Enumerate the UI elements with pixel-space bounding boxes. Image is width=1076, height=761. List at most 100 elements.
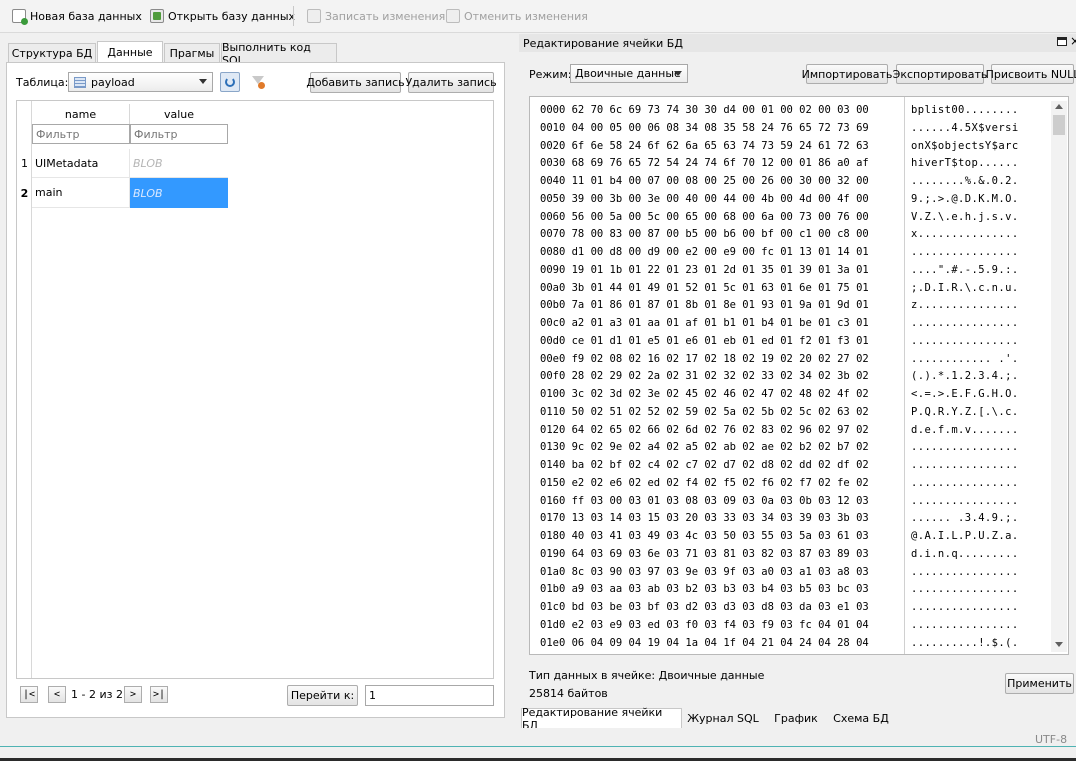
export-button[interactable]: Экспортировать [893,64,987,84]
scroll-up-arrow-icon[interactable] [1055,104,1063,109]
open-database-icon [150,9,164,23]
ascii-line: ......4.5X$versi [911,121,1019,134]
row-number[interactable]: 1 [17,149,32,178]
clear-filters-button[interactable] [248,72,268,92]
tab-structure[interactable]: Структура БД [8,43,96,63]
table-label: Таблица: [16,76,69,89]
filter-input-value[interactable] [130,124,228,144]
ascii-line: d.i.n.q......... [911,547,1019,560]
hex-line: 0160 ff 03 00 03 01 03 08 03 09 03 0a 03… [540,494,869,507]
prev-page-button[interactable]: < [48,686,66,703]
hex-line: 0190 64 03 69 03 6e 03 71 03 81 03 82 03… [540,547,869,560]
hex-line: 0150 e2 02 e6 02 ed 02 f4 02 f5 02 f6 02… [540,476,869,489]
table-cell-name[interactable]: main [32,178,130,208]
mode-label: Режим: [529,68,572,81]
refresh-button[interactable] [220,72,240,92]
status-bar [0,728,1076,761]
hex-line: 01a0 8c 03 90 03 97 03 9e 03 9f 03 a0 03… [540,565,869,578]
chevron-down-icon [674,71,682,76]
tab-sql-log[interactable]: Журнал SQL [683,708,763,728]
tab-execute-sql[interactable]: Выполнить код SQL [221,41,337,67]
tab-db-schema[interactable]: Схема БД [829,708,893,728]
ascii-dump: bplist00........ ......4.5X$versi onX$obje… [911,102,1049,648]
goto-button[interactable]: Перейти к: [287,685,358,706]
hex-line: 01c0 bd 03 be 03 bf 03 d2 03 d3 03 d8 03… [540,601,869,613]
table-cell-value-selected[interactable]: BLOB [130,178,228,208]
import-button[interactable]: Импортировать [802,64,892,84]
hex-line: 01e0 06 04 09 04 19 04 1a 04 1f 04 21 04… [540,636,869,649]
dock-title-bar: Редактирование ячейки БД [519,34,1076,52]
hex-line: 0110 50 02 51 02 52 02 59 02 5a 02 5b 02… [540,405,869,418]
hex-line: 0000 62 70 6c 69 73 74 30 30 d4 00 01 00… [540,104,869,116]
hex-line: 0170 13 03 14 03 15 03 20 03 33 03 34 03… [540,512,869,525]
ascii-line: <.=.>.E.F.G.H.O. [911,388,1019,400]
tab-pragmas[interactable]: Прагмы [164,43,220,63]
ascii-line: ................ [911,317,1019,329]
new-database-button[interactable]: Новая база данных [12,6,142,26]
ascii-line: P.Q.R.Y.Z.[.\.c. [911,405,1019,418]
write-changes-button[interactable]: Записать изменения [307,6,445,26]
ascii-line: ................ [911,494,1019,507]
ascii-column[interactable]: bplist00........ ......4.5X$versi onX$obje… [911,102,1049,648]
delete-record-button[interactable]: Удалить запись [405,72,497,93]
vertical-scrollbar[interactable] [1051,101,1067,652]
page-status: 1 - 2 из 2 [71,688,123,701]
ascii-line: d.e.f.m.v....... [911,423,1019,436]
row-number[interactable]: 2 [17,178,32,208]
refresh-icon [225,77,235,87]
status-divider [0,746,1076,747]
close-icon[interactable]: × [1070,34,1076,48]
ascii-line: ;.D.I.R.\.c.n.u. [911,281,1019,294]
mode-select[interactable]: Двоичные данные [570,64,688,83]
hex-column[interactable]: 0000 62 70 6c 69 73 74 30 30 d4 00 01 00… [540,102,902,648]
hex-line: 0180 40 03 41 03 49 03 4c 03 50 03 55 03… [540,530,869,542]
open-database-button[interactable]: Открыть базу данных [150,6,295,26]
ascii-line: ...... .3.4.9.;. [911,512,1019,525]
hex-line: 0120 64 02 65 02 66 02 6d 02 76 02 83 02… [540,423,869,436]
scroll-thumb[interactable] [1053,115,1065,135]
first-page-button[interactable]: |< [20,686,38,703]
table-cell-value[interactable]: BLOB [130,149,228,178]
hex-ascii-divider [904,97,905,654]
ascii-line: ....".#.-.5.9.:. [911,263,1019,276]
ascii-line: ........%.&.0.2. [911,175,1019,187]
hex-line: 0140 ba 02 bf 02 c4 02 c7 02 d7 02 d8 02… [540,459,869,471]
ascii-line: ................ [911,459,1019,471]
hex-line: 0060 56 00 5a 00 5c 00 65 00 68 00 6a 00… [540,210,869,223]
undock-icon[interactable] [1057,37,1067,46]
hex-line: 0050 39 00 3b 00 3e 00 40 00 44 00 4b 00… [540,192,869,205]
next-page-button[interactable]: > [124,686,142,703]
hex-line: 0080 d1 00 d8 00 d9 00 e2 00 e9 00 fc 01… [540,246,869,258]
tab-edit-cell[interactable]: Редактирование ячейки БД [521,706,682,732]
tab-data[interactable]: Данные [97,41,163,63]
ascii-line: (.).*.1.2.3.4.;. [911,370,1019,383]
ascii-line: @.A.I.L.P.U.Z.a. [911,530,1019,542]
scroll-down-arrow-icon[interactable] [1055,642,1063,647]
ascii-line: ................ [911,441,1019,454]
ascii-line: ................ [911,565,1019,578]
table-cell-name[interactable]: UIMetadata [32,149,130,178]
write-changes-icon [307,9,321,23]
ascii-line: z............... [911,299,1019,312]
goto-input[interactable] [365,685,494,706]
add-record-button[interactable]: Добавить запись [306,72,405,93]
hex-line: 0090 19 01 1b 01 22 01 23 01 2d 01 35 01… [540,263,869,276]
last-page-button[interactable]: >| [150,686,168,703]
ascii-line: x............... [911,228,1019,241]
apply-button[interactable]: Применить [1005,673,1074,694]
cell-type-info: Тип данных в ячейке: Двоичные данные [529,669,765,682]
ascii-line: ................ [911,334,1019,347]
set-null-button[interactable]: Присвоить NULL [986,64,1076,84]
hex-line: 01d0 e2 03 e9 03 ed 03 f0 03 f4 03 f9 03… [540,618,869,631]
hex-line: 00f0 28 02 29 02 2a 02 31 02 32 02 33 02… [540,370,869,383]
table-select[interactable]: payload [68,72,213,92]
hex-line: 00d0 ce 01 d1 01 e5 01 e6 01 eb 01 ed 01… [540,334,869,347]
column-header-value[interactable]: value [130,104,228,124]
ascii-line: bplist00........ [911,104,1019,116]
tab-plot[interactable]: График [764,708,828,728]
filter-input-name[interactable] [32,124,130,144]
hex-line: 0130 9c 02 9e 02 a4 02 a5 02 ab 02 ae 02… [540,441,869,454]
column-header-name[interactable]: name [32,104,130,124]
hex-line: 00c0 a2 01 a3 01 aa 01 af 01 b1 01 b4 01… [540,317,869,329]
revert-changes-button[interactable]: Отменить изменения [446,6,588,26]
